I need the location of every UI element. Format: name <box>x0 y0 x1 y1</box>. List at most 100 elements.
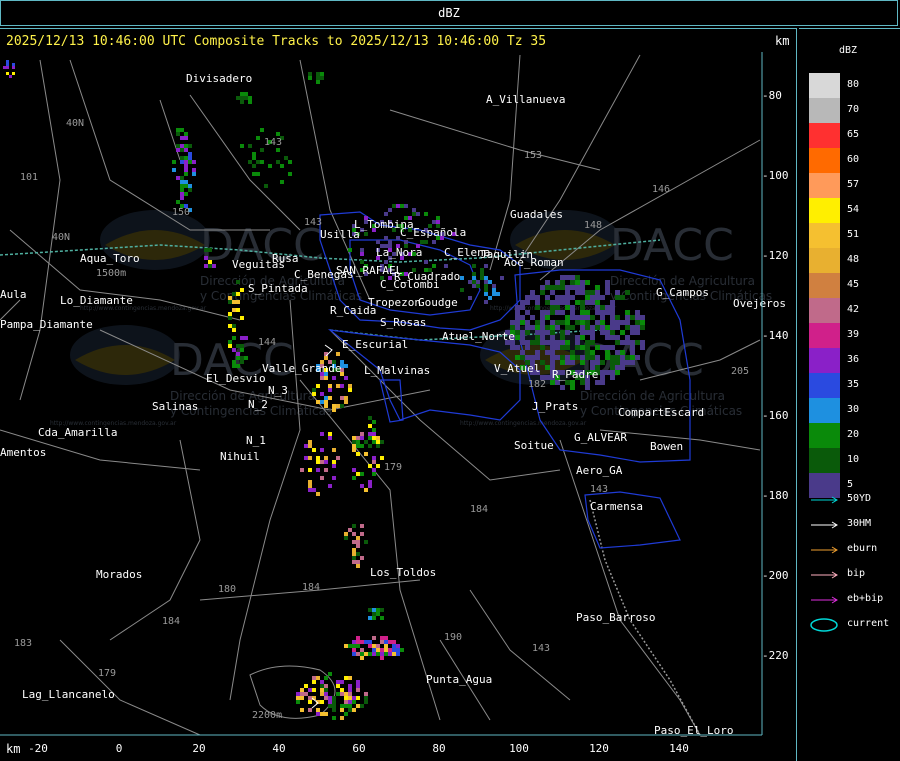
echo-pixel <box>580 345 585 350</box>
echo-pixel <box>560 385 565 390</box>
echo-pixel <box>232 300 236 304</box>
echo-pixel <box>324 396 328 400</box>
echo-pixel <box>560 345 565 350</box>
echo-pixel <box>312 388 316 392</box>
echo-pixel <box>372 460 376 464</box>
echo-pixel <box>316 492 320 496</box>
echo-pixel <box>360 524 364 528</box>
place-label: Guadales <box>510 208 563 221</box>
echo-pixel <box>212 264 216 268</box>
legend-swatch-35 <box>809 373 840 398</box>
echo-pixel <box>356 536 360 540</box>
echo-pixel <box>228 340 232 344</box>
echo-pixel <box>540 320 545 325</box>
echo-pixel <box>376 444 380 448</box>
echo-pixel <box>540 310 545 315</box>
place-label: Atuel_Norte <box>442 330 515 343</box>
echo-pixel <box>312 448 316 452</box>
echo-pixel <box>610 365 615 370</box>
echo-pixel <box>600 375 605 380</box>
y-tick-label: -100 <box>762 169 789 182</box>
echo-pixel <box>560 330 565 335</box>
echo-pixel <box>545 310 550 315</box>
legend-label-42: 42 <box>847 304 860 315</box>
echo-pixel <box>356 444 360 448</box>
place-label: El_Desvio <box>206 372 266 385</box>
echo-pixel <box>496 292 500 296</box>
echo-pixel <box>368 480 372 484</box>
echo-pixel <box>276 148 280 152</box>
echo-pixel <box>368 484 372 488</box>
echo-pixel <box>424 240 428 244</box>
echo-pixel <box>535 350 540 355</box>
echo-pixel <box>400 648 404 652</box>
echo-pixel <box>590 295 595 300</box>
place-label: Soitue <box>514 439 554 452</box>
echo-pixel <box>236 96 240 100</box>
echo-pixel <box>372 616 376 620</box>
echo-pixel <box>585 310 590 315</box>
echo-pixel <box>492 284 496 288</box>
route-label: 40N <box>66 118 84 129</box>
echo-pixel <box>232 292 236 296</box>
legend-label-80: 80 <box>847 79 860 90</box>
echo-pixel <box>610 375 615 380</box>
km-unit-bottom: km <box>6 742 21 756</box>
track-legend-eburn: eburn <box>809 543 899 557</box>
echo-pixel <box>236 308 240 312</box>
legend-label-30: 30 <box>847 404 860 415</box>
echo-pixel <box>368 444 372 448</box>
route-label: 146 <box>652 184 670 195</box>
echo-pixel <box>600 380 605 385</box>
echo-pixel <box>356 640 360 644</box>
echo-pixel <box>520 330 525 335</box>
road <box>189 94 301 231</box>
echo-pixel <box>232 324 236 328</box>
echo-pixel <box>304 692 308 696</box>
echo-pixel <box>184 160 188 164</box>
echo-pixel <box>244 92 248 96</box>
y-tick-label: -180 <box>762 489 789 502</box>
route-label: 40N <box>52 232 70 243</box>
echo-pixel <box>336 456 340 460</box>
echo-pixel <box>304 456 308 460</box>
echo-pixel <box>356 644 360 648</box>
route-label: 183 <box>14 638 32 649</box>
echo-pixel <box>468 280 472 284</box>
echo-pixel <box>560 285 565 290</box>
echo-pixel <box>316 384 320 388</box>
echo-pixel <box>308 480 312 484</box>
echo-pixel <box>545 315 550 320</box>
echo-pixel <box>550 355 555 360</box>
echo-pixel <box>630 350 635 355</box>
x-tick-label: -20 <box>28 742 48 755</box>
echo-pixel <box>525 330 530 335</box>
echo-pixel <box>304 444 308 448</box>
echo-pixel <box>316 676 320 680</box>
route-label: 143 <box>264 137 282 148</box>
echo-pixel <box>376 648 380 652</box>
echo-pixel <box>236 300 240 304</box>
echo-pixel <box>565 275 570 280</box>
echo-pixel <box>372 456 376 460</box>
echo-pixel <box>575 285 580 290</box>
echo-pixel <box>630 340 635 345</box>
echo-pixel <box>344 644 348 648</box>
place-label: Usilla <box>320 228 360 241</box>
radar-map[interactable]: DACCDirección de Agriculturay Contingenc… <box>0 0 797 761</box>
echo-pixel <box>368 616 372 620</box>
echo-pixel <box>328 384 332 388</box>
echo-pixel <box>595 325 600 330</box>
echo-pixel <box>352 700 356 704</box>
echo-pixel <box>585 340 590 345</box>
echo-pixel <box>555 345 560 350</box>
echo-pixel <box>300 468 304 472</box>
echo-pixel <box>356 440 360 444</box>
echo-pixel <box>540 285 545 290</box>
echo-pixel <box>316 460 320 464</box>
echo-pixel <box>590 325 595 330</box>
echo-pixel <box>320 688 324 692</box>
echo-pixel <box>184 132 188 136</box>
echo-pixel <box>372 608 376 612</box>
echo-pixel <box>595 295 600 300</box>
